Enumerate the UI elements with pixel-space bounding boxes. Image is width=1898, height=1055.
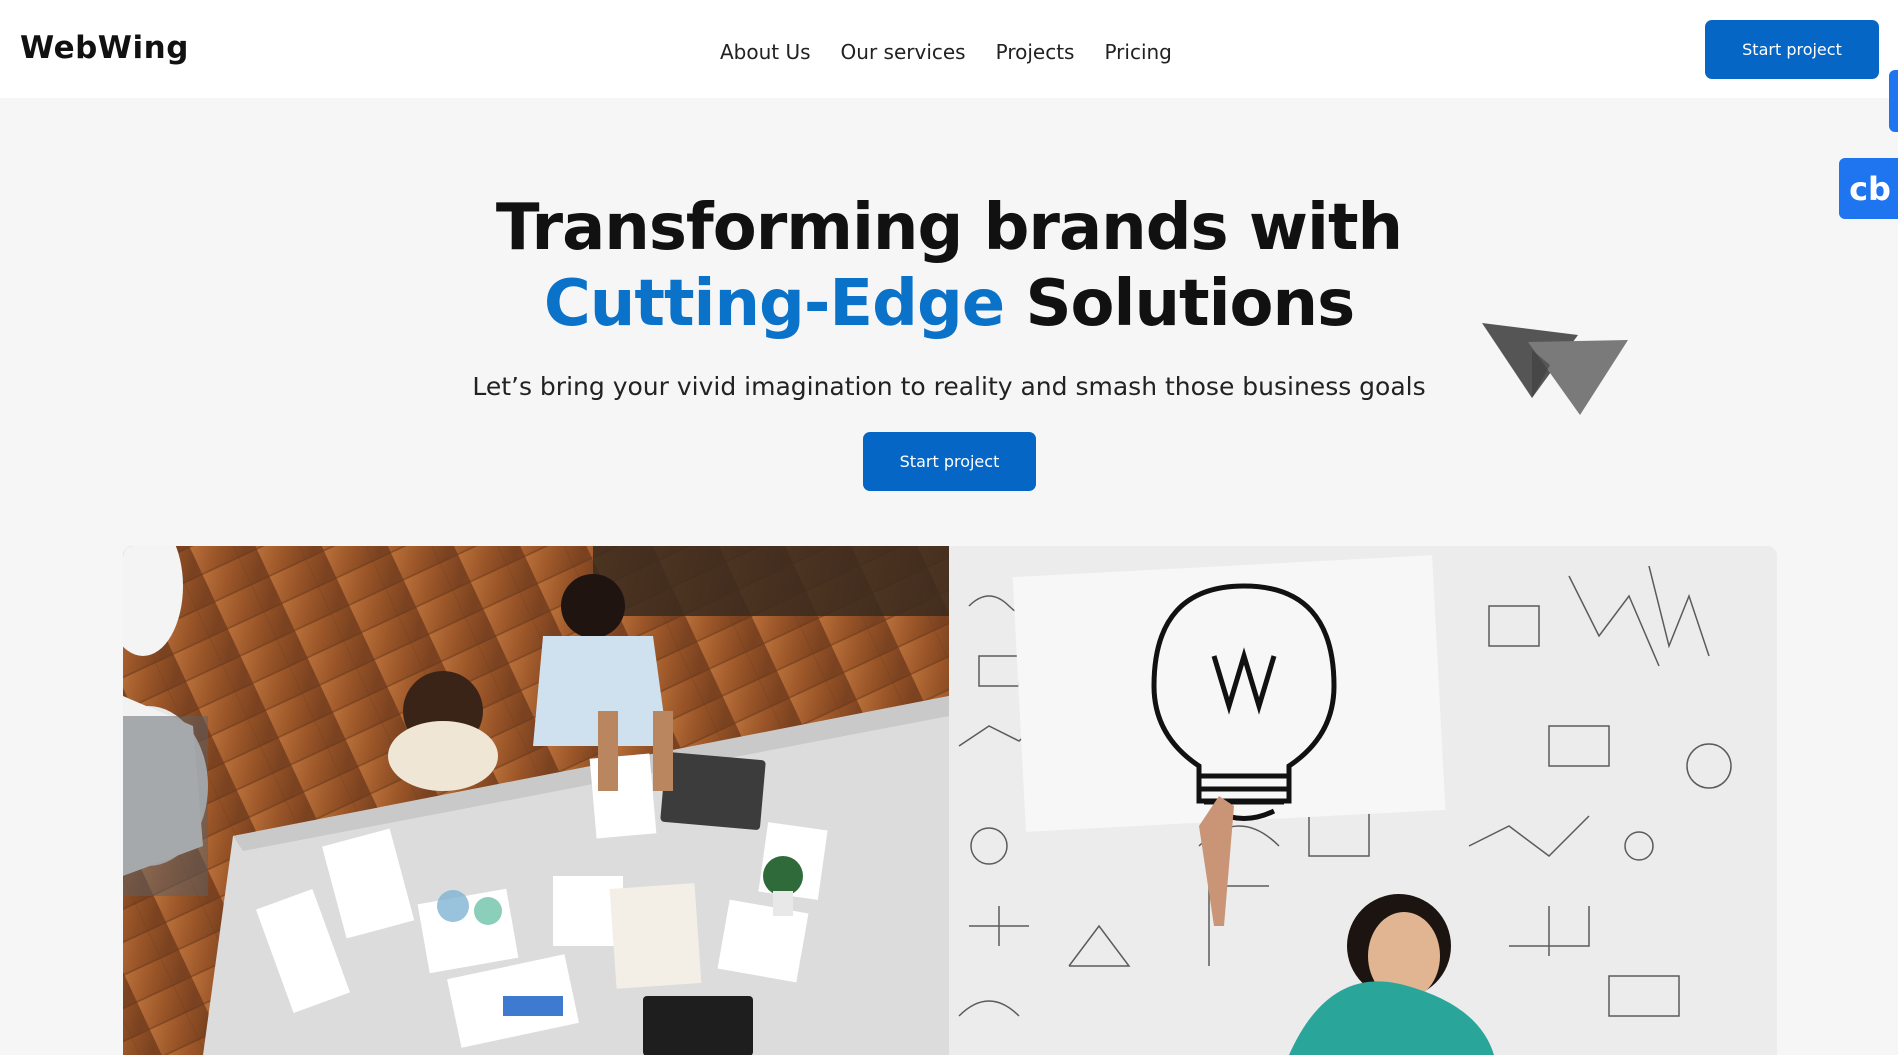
decorative-triangles-icon	[1482, 323, 1628, 415]
side-tab[interactable]	[1889, 70, 1898, 132]
hero-start-project-button[interactable]: Start project	[863, 432, 1036, 491]
nav-our-services[interactable]: Our services	[841, 40, 966, 64]
lightbulb-image	[949, 546, 1777, 1055]
team-meeting-image	[123, 546, 949, 1055]
hero-title-line1: Transforming brands with	[495, 191, 1403, 265]
nav-about-us[interactable]: About Us	[720, 40, 811, 64]
hero-title-accent: Cutting-Edge	[543, 267, 1005, 341]
hero-title-rest: Solutions	[1004, 267, 1355, 341]
logo[interactable]: WebWing	[20, 30, 189, 66]
header-start-project-button[interactable]: Start project	[1705, 20, 1879, 79]
hero-images	[123, 546, 1777, 1055]
site-header: WebWing About Us Our services Projects P…	[0, 0, 1898, 98]
main-nav: About Us Our services Projects Pricing	[720, 40, 1172, 64]
nav-pricing[interactable]: Pricing	[1104, 40, 1171, 64]
nav-projects[interactable]: Projects	[996, 40, 1075, 64]
